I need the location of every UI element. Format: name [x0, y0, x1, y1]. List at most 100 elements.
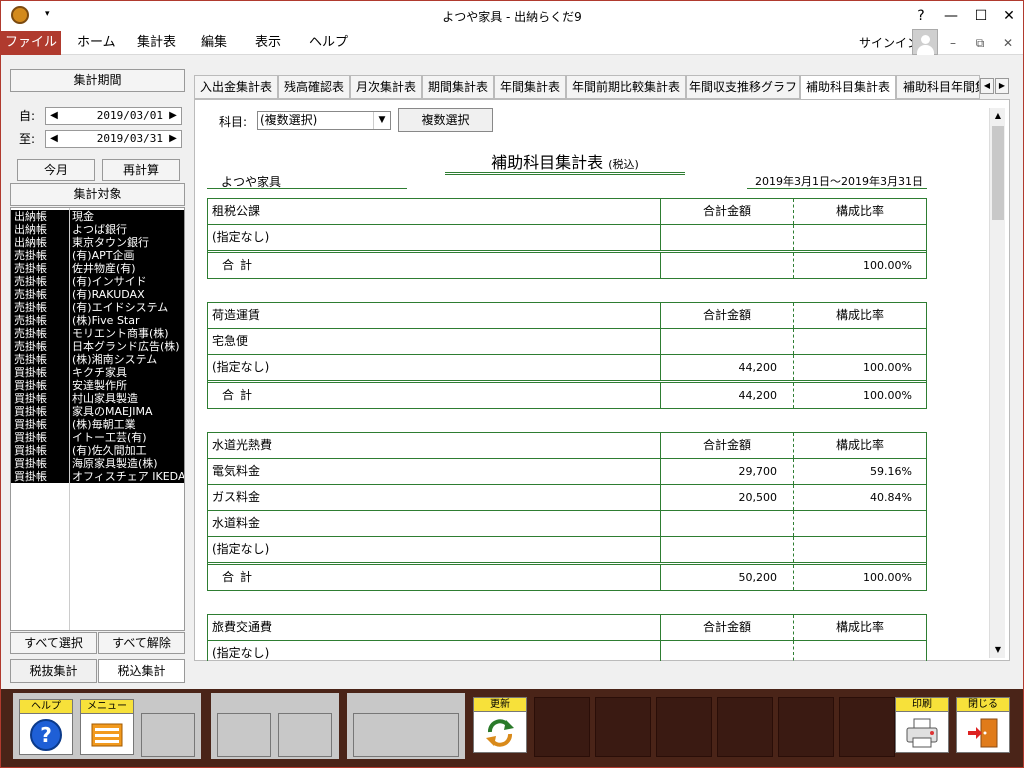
- row-label: 旅費交通費: [208, 615, 661, 640]
- row-label: 合計: [208, 253, 661, 278]
- menu-summary[interactable]: 集計表: [125, 31, 188, 55]
- account-select[interactable]: (複数選択) ▼: [257, 111, 391, 130]
- tab-period-summary[interactable]: 期間集計表: [422, 75, 494, 99]
- target-list-item[interactable]: 売掛帳 (有)RAKUDAX: [11, 288, 184, 301]
- close-button[interactable]: ✕: [995, 5, 1023, 27]
- target-list-item[interactable]: 売掛帳 佐井物産(有): [11, 262, 184, 275]
- tax-incl-tab[interactable]: 税込集計: [98, 659, 185, 683]
- tab-cashflow-summary[interactable]: 入出金集計表: [194, 75, 278, 99]
- tab-annual-trend-graph[interactable]: 年間収支推移グラフ: [686, 75, 800, 99]
- multi-select-button[interactable]: 複数選択: [398, 108, 493, 132]
- scroll-down-icon[interactable]: ▼: [990, 642, 1006, 658]
- to-date-field[interactable]: ◀ 2019/03/31 ▶: [45, 130, 182, 148]
- report-tabs: 入出金集計表 残高確認表 月次集計表 期間集計表 年間集計表 年間前期比較集計表…: [194, 75, 1010, 101]
- row-ratio: 100.00%: [863, 389, 912, 402]
- row-amount: 合計金額: [661, 199, 794, 224]
- target-list-item[interactable]: 出納帳 東京タウン銀行: [11, 236, 184, 249]
- row-label: 水道光熱費: [208, 433, 661, 458]
- target-name: (株)Five Star: [72, 314, 140, 327]
- scroll-thumb[interactable]: [992, 126, 1004, 220]
- target-list-item[interactable]: 売掛帳 日本グランド広告(株): [11, 340, 184, 353]
- target-list-item[interactable]: 買掛帳 (有)佐久間加工: [11, 444, 184, 457]
- target-list-item[interactable]: 買掛帳 オフィスチェア IKEDA: [11, 470, 184, 483]
- to-next-icon[interactable]: ▶: [167, 132, 179, 146]
- tax-excl-tab[interactable]: 税抜集計: [10, 659, 97, 683]
- row-amount: 合計金額: [661, 433, 794, 458]
- target-kind: 売掛帳: [14, 275, 47, 288]
- empty-slot: [595, 697, 651, 757]
- block-header-row: 荷造運賃 合計金額 構成比率: [208, 303, 926, 329]
- target-kind: 売掛帳: [14, 249, 47, 262]
- maximize-button[interactable]: ☐: [967, 5, 995, 27]
- print-button[interactable]: 印刷: [895, 697, 949, 753]
- row-ratio: 59.16%: [870, 465, 912, 478]
- menu-view[interactable]: 表示: [243, 31, 293, 55]
- table-row: 電気料金 29,700 59.16%: [208, 459, 926, 485]
- ribbon-close-icon[interactable]: ✕: [995, 31, 1021, 55]
- target-list-item[interactable]: 買掛帳 (株)毎朝工業: [11, 418, 184, 431]
- minimize-button[interactable]: —: [937, 5, 965, 27]
- target-list-item[interactable]: 買掛帳 安達製作所: [11, 379, 184, 392]
- tab-balance-check[interactable]: 残高確認表: [278, 75, 350, 99]
- target-list-item[interactable]: 出納帳 よつば銀行: [11, 223, 184, 236]
- tab-monthly-summary[interactable]: 月次集計表: [350, 75, 422, 99]
- tab-scroll-right-icon[interactable]: ▶: [995, 78, 1009, 94]
- target-list-item[interactable]: 買掛帳 キクチ家具: [11, 366, 184, 379]
- chevron-down-icon[interactable]: ▼: [373, 112, 390, 129]
- select-all-button[interactable]: すべて選択: [10, 632, 97, 654]
- vertical-scrollbar[interactable]: ▲ ▼: [989, 108, 1005, 658]
- row-label: 電気料金: [208, 459, 661, 484]
- target-list-item[interactable]: 買掛帳 家具のMAEJIMA: [11, 405, 184, 418]
- target-list-item[interactable]: 買掛帳 イトー工芸(有): [11, 431, 184, 444]
- this-month-button[interactable]: 今月: [17, 159, 95, 181]
- tab-scroll-left-icon[interactable]: ◀: [980, 78, 994, 94]
- target-name: 佐井物産(有): [72, 262, 136, 275]
- target-name: モリエント商事(株): [72, 327, 169, 340]
- target-kind: 売掛帳: [14, 301, 47, 314]
- target-header: 集計対象: [10, 183, 185, 206]
- signin-link[interactable]: サインイン: [859, 31, 919, 55]
- ribbon-minimize-icon[interactable]: –: [940, 31, 966, 55]
- target-list-item[interactable]: 売掛帳 (有)エイドシステム: [11, 301, 184, 314]
- menu-edit[interactable]: 編集: [189, 31, 239, 55]
- target-list[interactable]: 出納帳 現金 出納帳 よつば銀行 出納帳 東京タウン銀行 売掛帳 (有)APT企画 売掛帳佐井物…: [10, 207, 185, 631]
- tab-annual-comparison[interactable]: 年間前期比較集計表: [566, 75, 686, 99]
- target-list-item[interactable]: 売掛帳 モリエント商事(株): [11, 327, 184, 340]
- row-label: 合計: [208, 565, 661, 590]
- svg-text:?: ?: [40, 723, 52, 747]
- menu-help[interactable]: ヘルプ: [297, 31, 360, 55]
- avatar[interactable]: [912, 29, 938, 55]
- tab-annual-summary[interactable]: 年間集計表: [494, 75, 566, 99]
- target-list-item[interactable]: 売掛帳 (有)APT企画: [11, 249, 184, 262]
- scroll-up-icon[interactable]: ▲: [990, 108, 1006, 124]
- target-list-item[interactable]: 売掛帳 (株)Five Star: [11, 314, 184, 327]
- menu-button[interactable]: メニュー: [80, 699, 134, 755]
- target-list-item[interactable]: 売掛帳 (株)湘南システム: [11, 353, 184, 366]
- close-window-button[interactable]: 閉じる: [956, 697, 1010, 753]
- from-date-field[interactable]: ◀ 2019/03/01 ▶: [45, 107, 182, 125]
- recalc-button[interactable]: 再計算: [102, 159, 180, 181]
- from-next-icon[interactable]: ▶: [167, 109, 179, 123]
- help-button[interactable]: ヘルプ ?: [19, 699, 73, 755]
- menu-home[interactable]: ホーム: [65, 31, 128, 55]
- row-amount: [661, 537, 794, 562]
- menu-file[interactable]: ファイル: [1, 31, 61, 55]
- tab-sub-account-summary[interactable]: 補助科目集計表: [800, 75, 896, 101]
- ribbon-restore-icon[interactable]: ⧉: [967, 31, 993, 55]
- target-list-divider: [69, 208, 70, 630]
- deselect-all-button[interactable]: すべて解除: [98, 632, 185, 654]
- to-prev-icon[interactable]: ◀: [48, 132, 60, 146]
- target-list-item[interactable]: 出納帳 現金: [11, 210, 184, 223]
- from-prev-icon[interactable]: ◀: [48, 109, 60, 123]
- target-name: オフィスチェア IKEDA: [72, 470, 185, 483]
- refresh-button[interactable]: 更新: [473, 697, 527, 753]
- target-list-item[interactable]: 買掛帳 海原家具製造(株): [11, 457, 184, 470]
- help-icon[interactable]: ?: [907, 5, 935, 27]
- target-list-item[interactable]: 買掛帳 村山家具製造: [11, 392, 184, 405]
- tab-sub-account-annual[interactable]: 補助科目年間集: [896, 75, 980, 99]
- from-label: 自:: [19, 109, 36, 123]
- target-kind: 売掛帳: [14, 262, 47, 275]
- row-amount: 44,200: [661, 383, 794, 408]
- target-list-item[interactable]: 売掛帳 (有)インサイド: [11, 275, 184, 288]
- row-amount: 29,700: [661, 459, 794, 484]
